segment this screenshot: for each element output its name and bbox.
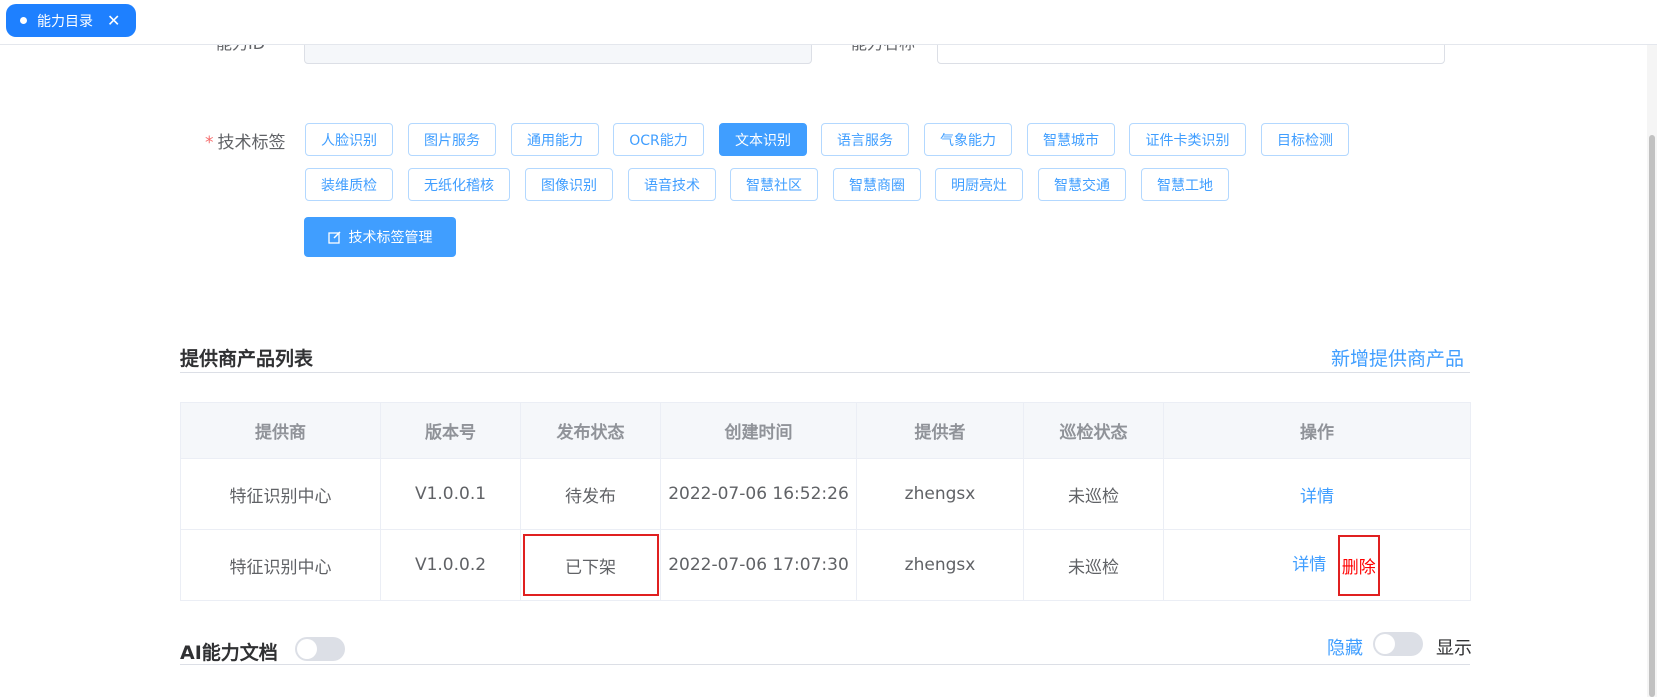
tag-management-button[interactable]: 技术标签管理 <box>304 217 456 257</box>
col-provider: 提供商 <box>180 402 381 459</box>
toggle-knob <box>1375 634 1395 654</box>
col-created-time: 创建时间 <box>660 402 857 459</box>
tag-object-detection[interactable]: 目标检测 <box>1261 123 1349 156</box>
tech-tags-label-text: 技术标签 <box>217 133 286 153</box>
tag-general-capability[interactable]: 通用能力 <box>511 123 599 156</box>
tag-smart-business-district[interactable]: 智慧商圈 <box>833 168 921 201</box>
close-icon[interactable]: ✕ <box>107 12 120 29</box>
col-version: 版本号 <box>380 402 521 459</box>
tag-voice-tech[interactable]: 语音技术 <box>628 168 716 201</box>
table-header-row: 提供商 版本号 发布状态 创建时间 提供者 巡检状态 操作 <box>180 402 1471 459</box>
publish-status-text: 已下架 <box>565 557 616 578</box>
tag-smart-construction[interactable]: 智慧工地 <box>1141 168 1229 201</box>
tag-smart-community[interactable]: 智慧社区 <box>730 168 818 201</box>
ai-doc-toggle[interactable] <box>295 637 345 661</box>
tag-image-recognition[interactable]: 图像识别 <box>525 168 613 201</box>
edit-icon <box>327 230 341 244</box>
table-row: 特征识别中心 V1.0.0.2 已下架 2022-07-06 17:07:30 … <box>180 529 1471 601</box>
cell-publish-status: 待发布 <box>520 458 661 530</box>
cell-author: zhengsx <box>856 529 1024 601</box>
hide-label: 隐藏 <box>1327 638 1363 659</box>
tab-active-dot <box>20 17 27 24</box>
product-list-title: 提供商产品列表 <box>180 348 314 370</box>
tag-paperless-audit[interactable]: 无纸化稽核 <box>408 168 510 201</box>
cell-operations: 详情 <box>1163 458 1471 530</box>
col-publish-status: 发布状态 <box>520 402 661 459</box>
tag-id-card-recognition[interactable]: 证件卡类识别 <box>1129 123 1246 156</box>
status-highlight-box: 已下架 <box>522 534 659 596</box>
tag-text-recognition[interactable]: 文本识别 <box>719 123 807 156</box>
tab-bar: 能力目录 ✕ <box>0 0 1657 45</box>
cell-publish-status: 已下架 <box>520 529 661 601</box>
tag-language-service[interactable]: 语言服务 <box>821 123 909 156</box>
tag-smart-city[interactable]: 智慧城市 <box>1027 123 1115 156</box>
tech-tags-label: * 技术标签 <box>205 128 286 153</box>
col-inspect-status: 巡检状态 <box>1023 402 1164 459</box>
doc-divider <box>180 664 1470 665</box>
cell-inspect-status: 未巡检 <box>1023 458 1164 530</box>
tag-ocr-capability[interactable]: OCR能力 <box>613 123 704 156</box>
cell-version: V1.0.0.2 <box>380 529 521 601</box>
cell-provider: 特征识别中心 <box>180 458 381 530</box>
toggle-knob <box>297 639 317 659</box>
product-table: 提供商 版本号 发布状态 创建时间 提供者 巡检状态 操作 特征识别中心 V1.… <box>180 402 1471 601</box>
detail-link[interactable]: 详情 <box>1292 555 1326 575</box>
tag-management-label: 技术标签管理 <box>348 230 433 246</box>
col-author: 提供者 <box>856 402 1024 459</box>
tab-label: 能力目录 <box>37 13 93 30</box>
delete-link[interactable]: 删除 <box>1337 534 1380 596</box>
tag-bright-kitchen[interactable]: 明厨亮灶 <box>935 168 1023 201</box>
show-label: 显示 <box>1436 638 1472 659</box>
detail-link[interactable]: 详情 <box>1300 487 1334 507</box>
cell-created-time: 2022-07-06 16:52:26 <box>660 458 857 530</box>
tab-capability-catalog[interactable]: 能力目录 ✕ <box>6 4 136 37</box>
required-mark: * <box>205 133 214 153</box>
scrollbar-thumb[interactable] <box>1649 135 1655 697</box>
cell-version: V1.0.0.1 <box>380 458 521 530</box>
table-row: 特征识别中心 V1.0.0.1 待发布 2022-07-06 16:52:26 … <box>180 458 1471 530</box>
tag-installation-qc[interactable]: 装维质检 <box>305 168 393 201</box>
cell-provider: 特征识别中心 <box>180 529 381 601</box>
cell-operations: 详情 删除 <box>1163 529 1471 601</box>
section-divider <box>180 372 1470 373</box>
col-operations: 操作 <box>1163 402 1471 459</box>
cell-created-time: 2022-07-06 17:07:30 <box>660 529 857 601</box>
add-provider-product-link[interactable]: 新增提供商产品 <box>1331 344 1464 371</box>
ai-doc-title: AI能力文档 <box>180 642 278 664</box>
tag-weather-capability[interactable]: 气象能力 <box>924 123 1012 156</box>
tag-face-recognition[interactable]: 人脸识别 <box>305 123 393 156</box>
tag-image-service[interactable]: 图片服务 <box>408 123 496 156</box>
cell-author: zhengsx <box>856 458 1024 530</box>
hide-show-toggle[interactable] <box>1373 632 1423 656</box>
tag-smart-traffic[interactable]: 智慧交通 <box>1038 168 1126 201</box>
cell-inspect-status: 未巡检 <box>1023 529 1164 601</box>
